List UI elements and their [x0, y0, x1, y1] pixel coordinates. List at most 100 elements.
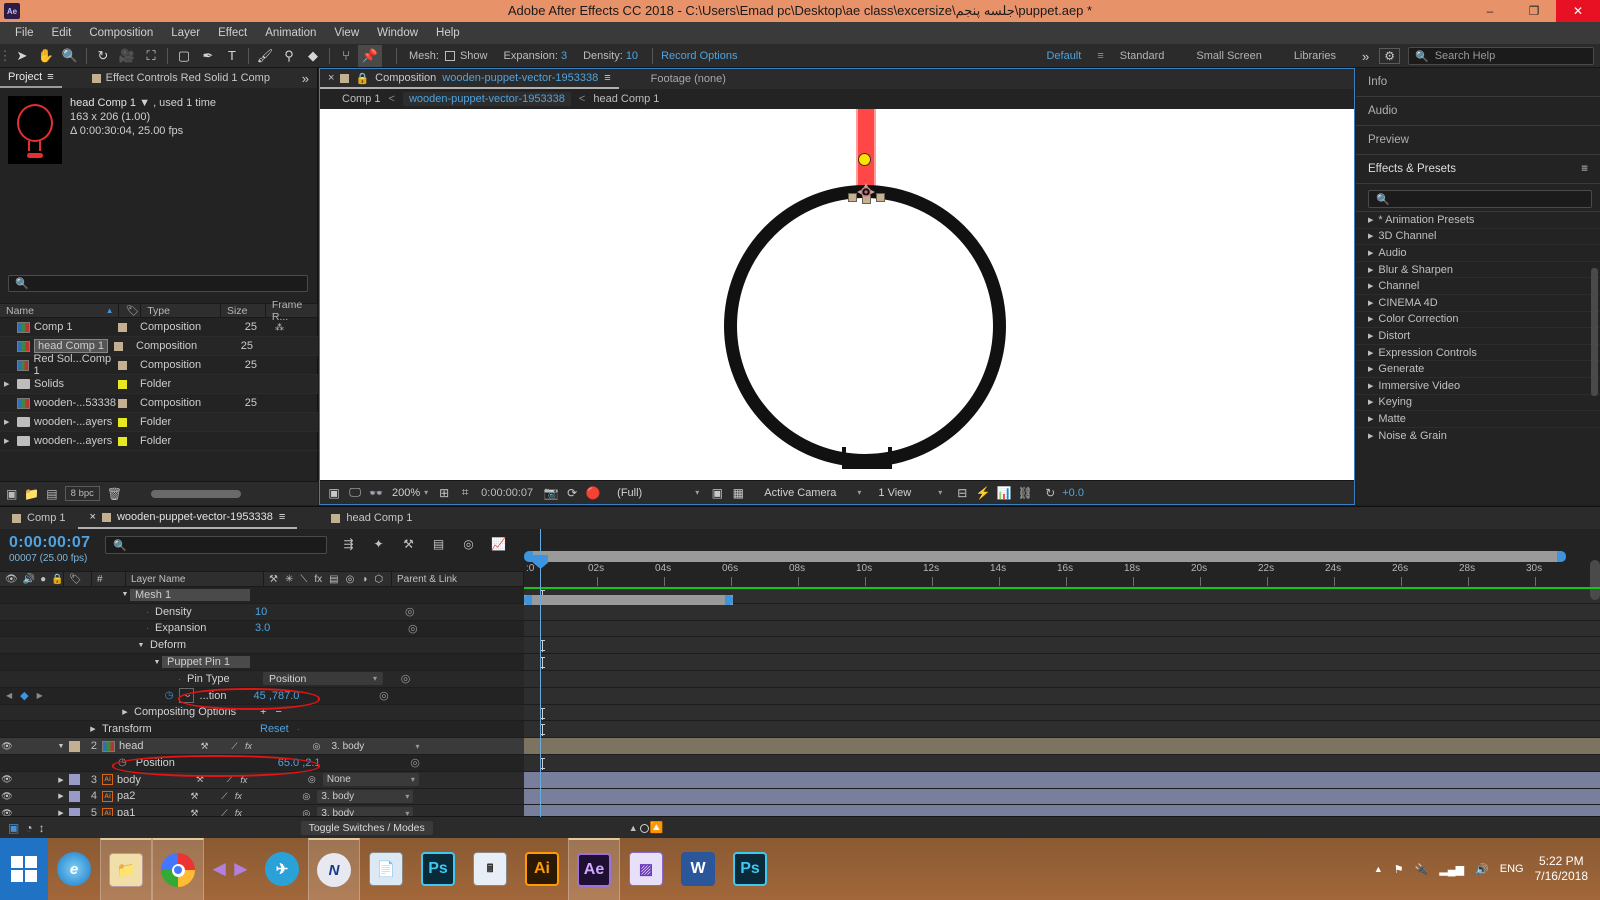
column-framerate[interactable]: Frame R... — [266, 299, 319, 323]
toggle-switches-modes-button[interactable]: Toggle Switches / Modes — [300, 820, 433, 835]
photoshop-icon[interactable]: Ps — [412, 838, 464, 900]
pin-type-dropdown[interactable]: Position ▾ — [263, 672, 383, 686]
panel-menu-icon[interactable]: ≡ — [47, 71, 53, 83]
label-column-icon[interactable]: 🏷 — [69, 574, 82, 585]
layer-name-column[interactable]: Layer Name — [131, 574, 185, 585]
effect-category[interactable]: ▶ Noise & Grain — [1356, 428, 1600, 441]
zoom-slider-thumb[interactable] — [639, 823, 649, 833]
pixel-aspect-icon[interactable]: ⊟ — [953, 484, 971, 502]
purple-app-icon[interactable]: ▨ — [620, 838, 672, 900]
word-icon[interactable]: W — [672, 838, 724, 900]
exposure-value[interactable]: +0.0 — [1062, 487, 1084, 499]
effect-category[interactable]: ▶ Channel — [1356, 278, 1600, 295]
expression-stopwatch-icon[interactable]: ◎ — [399, 672, 412, 685]
expand-triangle-icon[interactable]: ▶ — [4, 437, 13, 445]
network-icon[interactable]: ▂▄▆ — [1439, 863, 1464, 876]
expand-triangle-icon[interactable]: ▼ — [56, 743, 66, 750]
quality-switch-icon[interactable]: ⟋ — [217, 791, 231, 802]
puppet-pin-tool-icon[interactable]: 📌 — [358, 44, 382, 67]
expression-stopwatch-icon[interactable]: ◎ — [409, 756, 422, 769]
media-player-icon[interactable]: ◄► — [204, 838, 256, 900]
panel-info[interactable]: Info — [1356, 68, 1600, 97]
tab-close-icon[interactable]: × — [328, 72, 334, 84]
new-folder-icon[interactable]: 📁 — [24, 487, 39, 501]
language-indicator[interactable]: ENG — [1500, 863, 1524, 875]
effect-category[interactable]: ▶ Audio — [1356, 245, 1600, 262]
workspace-small-screen[interactable]: Small Screen — [1180, 50, 1277, 62]
expand-triangle-icon[interactable]: ▶ — [56, 776, 66, 784]
timeline-row[interactable]: ▶ Transform Reset · — [0, 721, 1600, 739]
main-viewer-icon[interactable]: 🖵 — [346, 484, 364, 502]
motion-blur-icon[interactable]: ◎ — [460, 535, 477, 552]
effects-scrollbar[interactable] — [1591, 268, 1598, 396]
audio-toggle-icon[interactable]: 🔊 — [23, 574, 35, 585]
viewer-tab-composition[interactable]: × 🔒 Composition wooden-puppet-vector-195… — [320, 69, 619, 89]
shape-tool-icon[interactable]: ▢ — [172, 45, 196, 67]
project-row[interactable]: Red Sol...Comp 1 Composition 25 — [0, 353, 318, 377]
effects-switch-icon[interactable]: fx — [231, 791, 245, 801]
clone-stamp-tool-icon[interactable]: ⚲ — [277, 45, 301, 67]
project-scrollbar[interactable] — [151, 489, 242, 498]
graph-editor-set-icon[interactable]: 〜 — [178, 688, 194, 704]
timeline-row[interactable]: ▶ Compositing Options + − — [0, 704, 1600, 722]
timeline-row[interactable]: ▼ Deform — [0, 637, 1600, 655]
close-button[interactable]: ✕ — [1556, 0, 1600, 22]
breadcrumb-head-comp-1[interactable]: head Comp 1 — [593, 93, 659, 105]
camera-dropdown[interactable]: Active Camera — [760, 487, 840, 499]
shy-switch-icon[interactable]: ⚒ — [197, 741, 211, 752]
timeline-layer-row[interactable]: 👁 ▶ 3 Ai body ⚒ ⟋ fx ◎ None ▾ — [0, 771, 1600, 789]
type-tool-icon[interactable]: T — [220, 45, 244, 67]
hide-shy-layers-icon[interactable]: ⚒ — [400, 535, 417, 552]
column-size[interactable]: Size — [221, 303, 266, 318]
quality-switch-icon[interactable]: ⟋ — [223, 774, 237, 785]
shy-switch-icon[interactable]: ⚒ — [187, 791, 201, 802]
show-snapshot-icon[interactable]: ⟳ — [563, 484, 581, 502]
timeline-row[interactable]: · Expansion 3.0 ◎ — [0, 620, 1600, 638]
timeline-row[interactable]: ◷ Position 65.0 ,2.1 ◎ — [0, 754, 1600, 772]
viewer-tab-footage[interactable]: Footage (none) — [651, 73, 726, 85]
lock-icon[interactable]: 🔒 — [355, 72, 369, 85]
stopwatch-icon[interactable]: ◷ — [118, 757, 127, 768]
magnification-dropdown[interactable]: 200% ▾ — [388, 487, 432, 499]
mesh-show-checkbox[interactable] — [444, 50, 455, 61]
chevron-down-icon[interactable]: ▾ — [938, 488, 942, 497]
property-position-pin-value[interactable]: 45 ,787.0 — [254, 690, 300, 702]
timeline-search-input[interactable]: 🔍 — [105, 536, 327, 554]
maximize-button[interactable]: ❐ — [1512, 0, 1556, 22]
column-type[interactable]: Type — [141, 303, 222, 318]
layer-number-column[interactable]: # — [97, 574, 103, 585]
reset-exposure-icon[interactable]: ↻ — [1041, 484, 1059, 502]
expansion-value[interactable]: 3 — [561, 50, 567, 62]
quality-icon[interactable]: ⟍ — [300, 574, 307, 585]
parent-dropdown[interactable]: 3. body ▾ — [327, 739, 424, 753]
layer-name[interactable]: body — [113, 774, 141, 786]
zoom-in-icon[interactable]: 🔼 — [650, 821, 664, 834]
workspace-standard[interactable]: Standard — [1104, 50, 1181, 62]
region-interest-toggle-icon[interactable]: ▣ — [708, 484, 726, 502]
effect-category[interactable]: ▶ Color Correction — [1356, 312, 1600, 329]
start-button[interactable] — [0, 838, 48, 900]
transparency-grid-icon[interactable]: ▦ — [729, 484, 747, 502]
timeline-tab-comp-1[interactable]: Comp 1 — [0, 507, 78, 529]
work-area-start-handle[interactable] — [524, 551, 533, 562]
timeline-layer-row[interactable]: 👁 ▼ 2 head ⚒ ⟋ fx ◎ 3. body ▾ — [0, 738, 1600, 755]
expand-triangle-icon[interactable]: ▶ — [56, 792, 66, 800]
breadcrumb-comp-1[interactable]: Comp 1 — [342, 93, 381, 105]
parent-dropdown[interactable]: 3. body ▾ — [317, 789, 414, 803]
motion-blur-icon[interactable]: ◎ — [346, 574, 355, 585]
viewer-tab-menu-icon[interactable]: ≡ — [604, 72, 610, 84]
effect-category[interactable]: ▶ CINEMA 4D — [1356, 295, 1600, 312]
work-area-end-handle[interactable] — [1557, 551, 1566, 562]
draft-3d-icon[interactable]: ✦ — [370, 535, 387, 552]
expand-triangle-icon[interactable]: ▶ — [4, 418, 13, 426]
stretch-icon[interactable]: ↕ — [39, 821, 45, 835]
timeline-row[interactable]: ▼ Mesh 1 — [0, 587, 1600, 604]
effects-switch-icon[interactable]: fx — [237, 775, 251, 785]
volume-icon[interactable]: 🔊 — [1475, 863, 1489, 876]
effect-category[interactable]: ▶ Blur & Sharpen — [1356, 262, 1600, 279]
show-hidden-icons-icon[interactable]: ▲ — [1374, 864, 1383, 874]
telegram-icon[interactable]: ✈ — [256, 838, 308, 900]
layer-visibility-icon[interactable]: 👁 — [0, 741, 14, 752]
channels-icon[interactable]: 🔴 — [584, 484, 602, 502]
layer-label-swatch[interactable] — [69, 740, 80, 752]
